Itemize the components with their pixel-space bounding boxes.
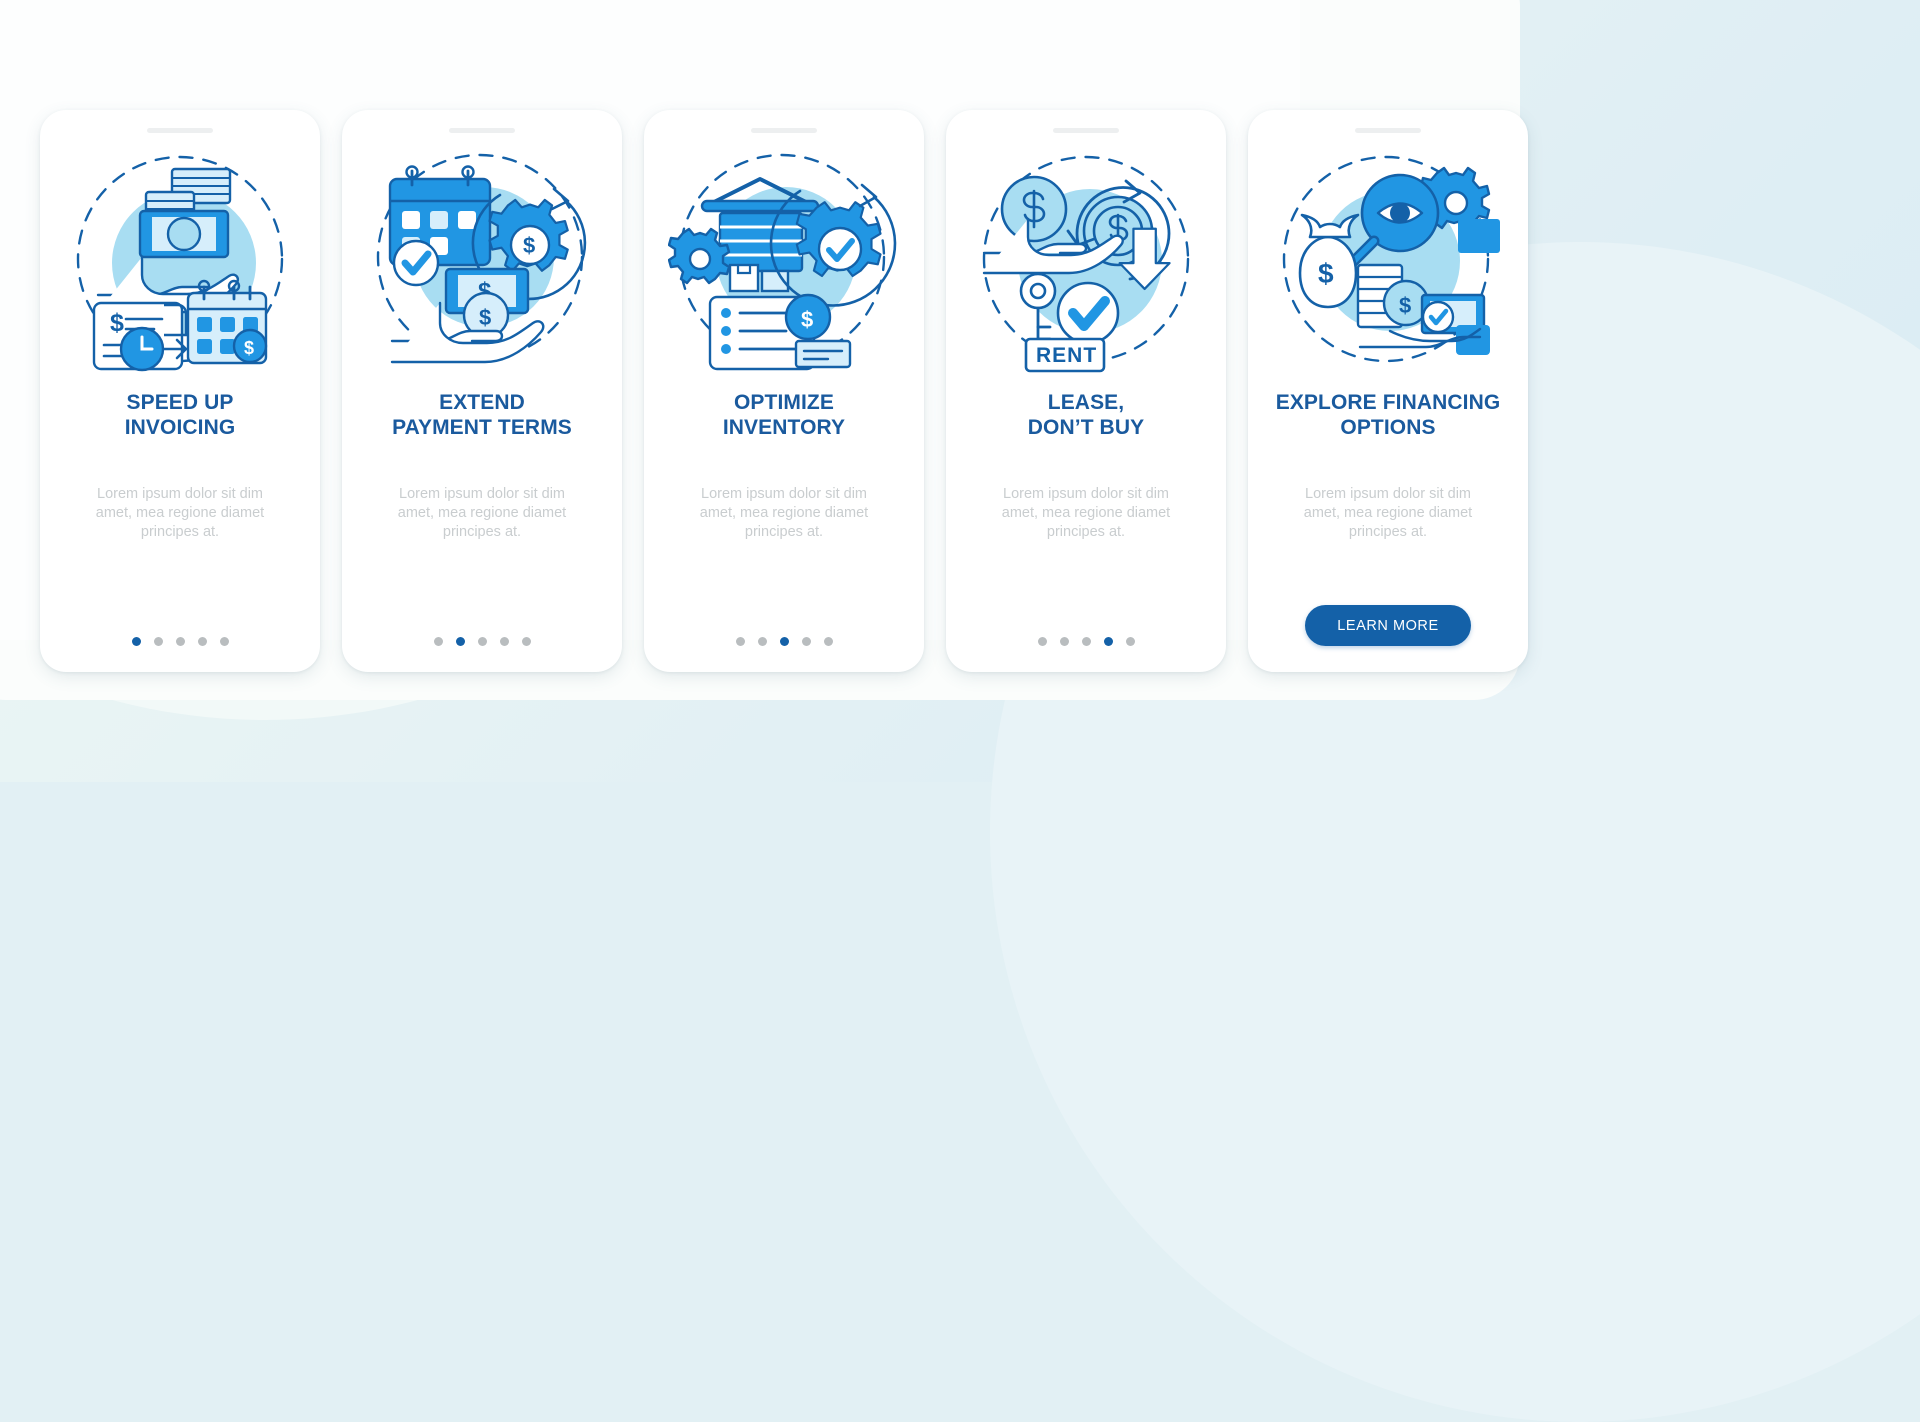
onboarding-screen-5[interactable]: $ $ EXPLORE FINANCING OPTIONS Lorem ipsu…: [1248, 110, 1528, 672]
screen-footer: [735, 637, 833, 646]
screen-body-text: Lorem ipsum dolor sit dim amet, mea regi…: [1001, 485, 1171, 540]
svg-text:$: $: [1318, 258, 1334, 289]
phone-speaker-notch: [449, 128, 515, 133]
pagination-dot-2[interactable]: [1059, 637, 1069, 646]
pagination-dot-5[interactable]: [219, 637, 229, 646]
phone-speaker-notch: [751, 128, 817, 133]
svg-text:$: $: [1399, 293, 1411, 318]
pagination-dot-4[interactable]: [801, 637, 811, 646]
learn-more-button[interactable]: LEARN MORE: [1305, 605, 1471, 646]
onboarding-screen-2[interactable]: $ $ $ EXTEND PAYMENT TERMS Lorem ipsum d…: [342, 110, 622, 672]
pagination-dots[interactable]: [735, 637, 833, 646]
screen-body-text: Lorem ipsum dolor sit dim amet, mea regi…: [95, 485, 265, 540]
pagination-dot-1[interactable]: [1037, 637, 1047, 646]
phone-speaker-notch: [1355, 128, 1421, 133]
warehouse-gear-checkmark-checklist-icon: $: [668, 153, 897, 371]
svg-text:RENT: RENT: [1036, 344, 1097, 367]
screen-title: LEASE, DON’T BUY: [1027, 391, 1145, 439]
svg-text:$: $: [479, 305, 491, 330]
onboarding-screen-4[interactable]: RENT LEASE, DON’T BUY Lorem ipsum dolor …: [946, 110, 1226, 672]
pagination-dot-2[interactable]: [757, 637, 767, 646]
pagination-dot-3[interactable]: [1081, 637, 1091, 646]
pagination-dot-2[interactable]: [153, 637, 163, 646]
svg-text:$: $: [244, 338, 254, 358]
pagination-dot-4[interactable]: [1103, 637, 1113, 646]
pagination-dot-3[interactable]: [477, 637, 487, 646]
invoice-hand-money-calendar-clock-icon: $ $: [76, 155, 284, 372]
pagination-dots[interactable]: [1037, 637, 1135, 646]
phone-speaker-notch: [1053, 128, 1119, 133]
screen-footer: [433, 637, 531, 646]
phone-speaker-notch: [147, 128, 213, 133]
svg-text:$: $: [523, 233, 535, 258]
pagination-dot-1[interactable]: [131, 637, 141, 646]
screen-title: OPTIMIZE INVENTORY: [722, 391, 846, 439]
rent-key-coin-hand-checkmark-icon: RENT: [982, 155, 1190, 373]
screen-body-text: Lorem ipsum dolor sit dim amet, mea regi…: [1303, 485, 1473, 540]
magnifier-eye-gear-moneybag-cash-hand-icon: $ $: [1282, 155, 1500, 363]
pagination-dot-3[interactable]: [175, 637, 185, 646]
onboarding-screen-3[interactable]: $ OPTIMIZE INVENTORY Lorem ipsum dolor s…: [644, 110, 924, 672]
pagination-dot-1[interactable]: [735, 637, 745, 646]
pagination-dot-2[interactable]: [455, 637, 465, 646]
screen-title: EXTEND PAYMENT TERMS: [392, 391, 572, 439]
calendar-gear-dollar-banknote-hand-icon: $ $ $: [376, 153, 587, 364]
onboarding-screen-1[interactable]: $ $ SPEED UP INVOICING Lorem ipsum dolor…: [40, 110, 320, 672]
pagination-dot-1[interactable]: [433, 637, 443, 646]
pagination-dot-5[interactable]: [1125, 637, 1135, 646]
pagination-dot-4[interactable]: [499, 637, 509, 646]
svg-text:$: $: [801, 307, 813, 332]
pagination-dot-5[interactable]: [823, 637, 833, 646]
pagination-dot-5[interactable]: [521, 637, 531, 646]
screen-body-text: Lorem ipsum dolor sit dim amet, mea regi…: [397, 485, 567, 540]
screen-title: EXPLORE FINANCING OPTIONS: [1275, 391, 1501, 439]
screen-title: SPEED UP INVOICING: [124, 391, 236, 439]
screen-footer: LEARN MORE: [1305, 605, 1471, 646]
screen-footer: [1037, 637, 1135, 646]
screen-body-text: Lorem ipsum dolor sit dim amet, mea regi…: [699, 485, 869, 540]
onboarding-screens-carousel: $ $ SPEED UP INVOICING Lorem ipsum dolor…: [0, 0, 1920, 782]
pagination-dot-4[interactable]: [197, 637, 207, 646]
pagination-dot-3[interactable]: [779, 637, 789, 646]
svg-text:$: $: [110, 309, 124, 337]
pagination-dots[interactable]: [433, 637, 531, 646]
pagination-dots[interactable]: [131, 637, 229, 646]
screen-footer: [131, 637, 229, 646]
